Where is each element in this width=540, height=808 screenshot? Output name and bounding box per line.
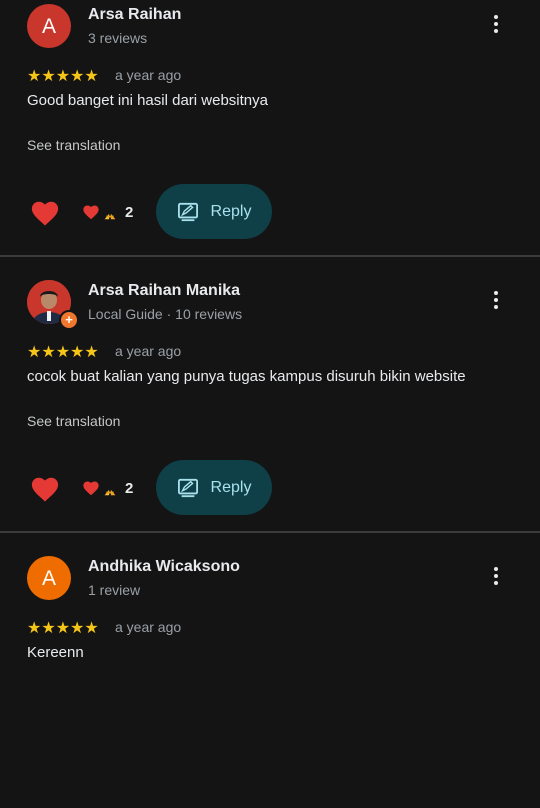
local-guide-badge-icon: + [59,310,79,330]
reviewer-meta: 1 review [88,582,141,598]
avatar[interactable]: + [27,280,79,330]
more-vert-icon[interactable] [484,286,508,314]
review-time: a year ago [115,619,182,635]
divider [0,255,540,257]
review-card: + Arsa Raihan Manika Local Guide · 10 re… [0,276,540,532]
reaction-summary[interactable]: 2 [82,479,133,497]
review-text: Kereenn [27,644,84,661]
avatar-initial: A [41,566,56,590]
avatar-initial: A [41,14,56,38]
heart-icon [31,477,59,502]
more-vert-icon[interactable] [484,562,508,590]
review-text: Good banget ini hasil dari websitnya [27,92,268,109]
heart-icon [31,201,59,226]
review-time: a year ago [115,67,182,83]
reviewer-name[interactable]: Arsa Raihan Manika [88,282,240,300]
divider [0,531,540,533]
like-button[interactable] [28,472,62,506]
reaction-count: 2 [125,479,134,497]
star-rating: ★★★★★ [27,68,99,85]
reply-label: Reply [210,202,252,220]
review-card: A Arsa Raihan 3 reviews ★★★★★ a year ago… [0,0,540,256]
reply-edit-icon [177,202,198,221]
reviewer-meta: Local Guide · 10 reviews [88,306,243,322]
pray-emoji-icon [104,480,116,496]
more-vert-icon[interactable] [484,10,508,38]
star-rating: ★★★★★ [27,344,99,361]
reviewer-meta: 3 reviews [88,30,148,46]
reviewer-name[interactable]: Arsa Raihan [88,6,181,24]
see-translation-link[interactable]: See translation [27,413,120,429]
reaction-summary[interactable]: 2 [82,203,133,221]
reaction-count: 2 [125,203,134,221]
reply-button[interactable]: Reply [156,184,272,239]
like-button[interactable] [28,196,62,230]
avatar[interactable]: A [27,4,71,48]
pray-emoji-icon [104,204,116,220]
review-card: A Andhika Wicaksono 1 review ★★★★★ a yea… [0,552,540,808]
avatar[interactable]: A [27,556,71,600]
see-translation-link[interactable]: See translation [27,137,120,153]
reviewer-name[interactable]: Andhika Wicaksono [88,558,240,576]
review-time: a year ago [115,343,182,359]
heart-icon [83,205,99,220]
reply-button[interactable]: Reply [156,460,272,515]
star-rating: ★★★★★ [27,620,99,637]
heart-icon [83,481,99,496]
reply-edit-icon [177,478,198,497]
reply-label: Reply [210,478,252,496]
review-text: cocok buat kalian yang punya tugas kampu… [27,368,466,385]
